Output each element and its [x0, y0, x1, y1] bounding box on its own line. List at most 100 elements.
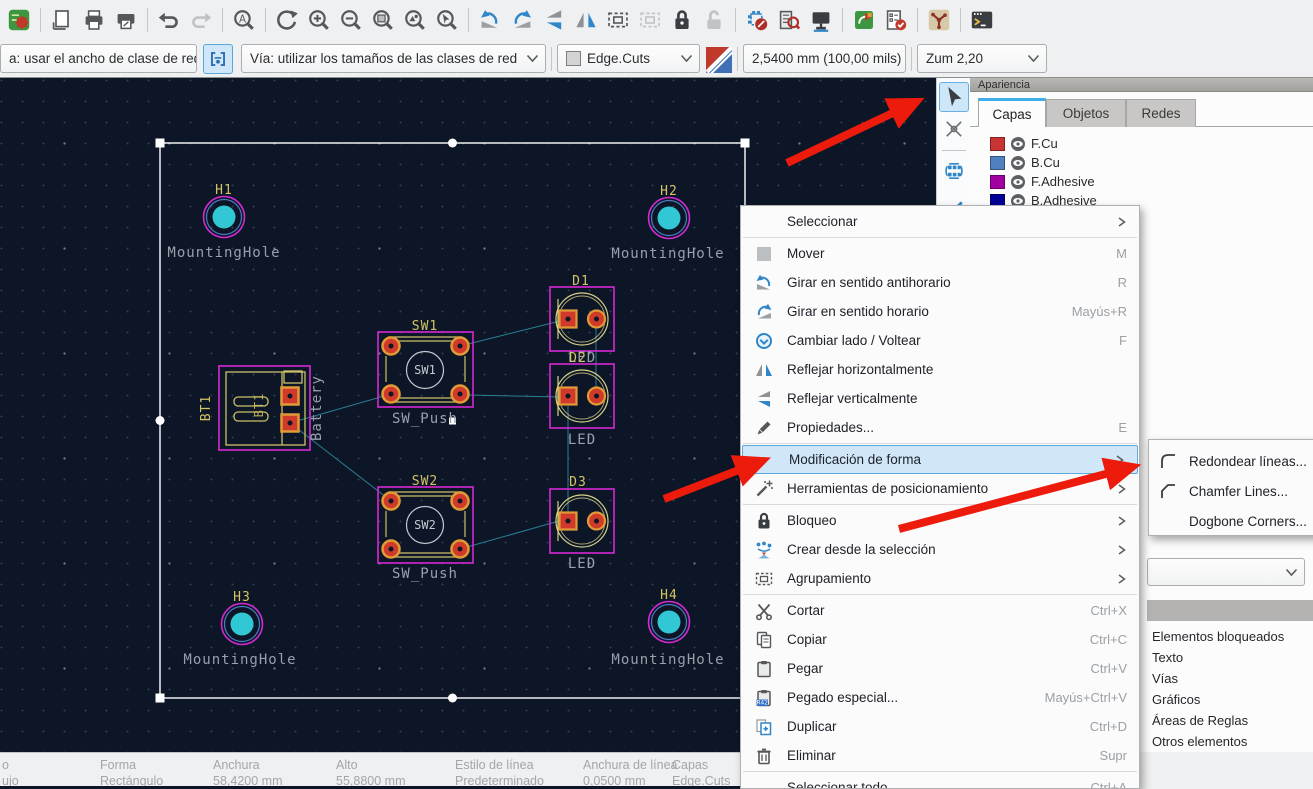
- layer-row-f-cu[interactable]: F.Cu: [990, 134, 1058, 153]
- menu-item-pegado-especial[interactable]: R42Pegado especial...Mayús+Ctrl+V: [741, 683, 1139, 712]
- layer-row-b-cu[interactable]: B.Cu: [990, 153, 1060, 172]
- eye-icon[interactable]: [1010, 174, 1026, 190]
- zoom-out-button[interactable]: [336, 5, 366, 35]
- menu-item-propiedades[interactable]: Propiedades...E: [741, 413, 1139, 442]
- tab-capas[interactable]: Capas: [978, 98, 1046, 127]
- submenu-item-redondear-líneas[interactable]: Redondear líneas...: [1149, 446, 1313, 476]
- mirror-vertical-icon: [542, 8, 566, 32]
- tab-objetos[interactable]: Objetos: [1046, 99, 1126, 127]
- page-settings-button[interactable]: [47, 5, 77, 35]
- menu-item-herramientas-de-posicionamiento[interactable]: Herramientas de posicionamiento: [741, 474, 1139, 503]
- menu-item-seleccionar[interactable]: Seleccionar: [741, 207, 1139, 236]
- plot-button[interactable]: [111, 5, 141, 35]
- menu-item-pegar[interactable]: PegarCtrl+V: [741, 654, 1139, 683]
- mirror-vertical-button[interactable]: [539, 5, 569, 35]
- footprint-sw1[interactable]: SW1 SW1 SW_Push: [378, 319, 473, 427]
- filter-item[interactable]: Elementos bloqueados: [1152, 626, 1312, 647]
- footprint-h1[interactable]: H1 MountingHole: [167, 183, 280, 261]
- menu-item-cambiar-lado-voltear[interactable]: Cambiar lado / VoltearF: [741, 326, 1139, 355]
- menu-item-reflejar-verticalmente[interactable]: Reflejar verticalmente: [741, 384, 1139, 413]
- menu-item-duplicar[interactable]: DuplicarCtrl+D: [741, 712, 1139, 741]
- menu-item-agrupamiento[interactable]: Agrupamiento: [741, 564, 1139, 593]
- menu-item-reflejar-horizontalmente[interactable]: Reflejar horizontalmente: [741, 355, 1139, 384]
- menu-item-mover[interactable]: MoverM: [741, 239, 1139, 268]
- lock-button[interactable]: [667, 5, 697, 35]
- filter-item[interactable]: Texto: [1152, 647, 1312, 668]
- eye-icon[interactable]: [1010, 155, 1026, 171]
- layer-color-swatch[interactable]: [990, 137, 1005, 151]
- footprint-editor-button[interactable]: [742, 5, 772, 35]
- layer-color-swatch[interactable]: [990, 156, 1005, 170]
- menu-item-seleccionar-todo[interactable]: Seleccionar todoCtrl+A: [741, 773, 1139, 789]
- update-pcb-button[interactable]: [849, 5, 879, 35]
- track-width-combo[interactable]: a: usar el ancho de clase de red: [0, 44, 197, 73]
- footprint-bt1[interactable]: BT1 BT1 Battery: [199, 366, 325, 450]
- filter-item[interactable]: Gráficos: [1152, 689, 1312, 710]
- mirror-horizontal-button[interactable]: [571, 5, 601, 35]
- toolbar-separator: [735, 8, 736, 32]
- menu-item-bloqueo[interactable]: Bloqueo: [741, 506, 1139, 535]
- footprint-d2[interactable]: D2 LED: [550, 351, 614, 448]
- layer-row-f-adhesive[interactable]: F.Adhesive: [990, 172, 1095, 191]
- net-inspector-button[interactable]: [924, 5, 954, 35]
- layer-color-swatch[interactable]: [990, 175, 1005, 189]
- viewer-3d-button[interactable]: [806, 5, 836, 35]
- via-size-combo[interactable]: Vía: utilizar los tamaños de las clases …: [241, 44, 546, 73]
- svg-text:LED: LED: [568, 556, 596, 572]
- refresh-button[interactable]: [272, 5, 302, 35]
- footprint-browser-button[interactable]: [774, 5, 804, 35]
- group-icon: [754, 569, 774, 589]
- zoom-fit-objects-button[interactable]: [400, 5, 430, 35]
- menu-item-girar-en-sentido-horario[interactable]: Girar en sentido horarioMayús+R: [741, 297, 1139, 326]
- ungroup-button[interactable]: [635, 5, 665, 35]
- preset-combo[interactable]: [1147, 558, 1305, 586]
- scripting-console-icon: [970, 8, 994, 32]
- menu-item-girar-en-sentido-antihorario[interactable]: Girar en sentido antihorarioR: [741, 268, 1139, 297]
- pcb-setup-button[interactable]: [4, 5, 34, 35]
- ratsnest-tool-button[interactable]: [939, 114, 969, 144]
- footprint-h4[interactable]: H4 MountingHole: [611, 588, 724, 668]
- rotate-ccw-button[interactable]: [475, 5, 505, 35]
- footprint-h3[interactable]: H3 MountingHole: [183, 590, 296, 668]
- footprint-d3[interactable]: D3 LED: [550, 475, 614, 572]
- menu-item-copiar[interactable]: CopiarCtrl+C: [741, 625, 1139, 654]
- zoom-in-button[interactable]: [304, 5, 334, 35]
- filter-item[interactable]: Otros elementos: [1152, 731, 1312, 752]
- zoom-fit-page-button[interactable]: [368, 5, 398, 35]
- footprint-h2[interactable]: H2 MountingHole: [611, 184, 724, 262]
- menu-item-modificación-de-forma[interactable]: Modificación de forma: [742, 445, 1138, 474]
- menu-item-crear-desde-la-selección[interactable]: Crear desde la selección: [741, 535, 1139, 564]
- select-tool-button[interactable]: [939, 82, 969, 112]
- drc-button[interactable]: [881, 5, 911, 35]
- footprint-sw2[interactable]: SW2 SW2 SW_Push: [378, 474, 473, 582]
- menu-label: Girar en sentido horario: [779, 304, 929, 319]
- submenu-item-chamfer-lines[interactable]: Chamfer Lines...: [1149, 476, 1313, 506]
- group-button[interactable]: [603, 5, 633, 35]
- status-col: FormaRectángulo: [100, 753, 163, 788]
- zoom-auto-button[interactable]: A: [229, 5, 259, 35]
- filter-item[interactable]: Vías: [1152, 668, 1312, 689]
- net-inspector-icon: [927, 8, 951, 32]
- active-layer-combo[interactable]: Edge.Cuts: [557, 44, 700, 73]
- footprint-tool-button[interactable]: [939, 156, 969, 186]
- submenu-item-dogbone-corners[interactable]: Dogbone Corners...: [1149, 506, 1313, 536]
- redo-button[interactable]: [186, 5, 216, 35]
- svg-text:R42: R42: [756, 700, 768, 706]
- chevron-down-icon: [1019, 51, 1040, 66]
- eye-icon[interactable]: [1010, 136, 1026, 152]
- rotate-cw-button[interactable]: [507, 5, 537, 35]
- zoom-selection-button[interactable]: [432, 5, 462, 35]
- auto-track-width-toggle[interactable]: [203, 44, 233, 74]
- unlock-button[interactable]: [699, 5, 729, 35]
- menu-item-eliminar[interactable]: EliminarSupr: [741, 741, 1139, 770]
- undo-button[interactable]: [154, 5, 184, 35]
- layer-pair-indicator[interactable]: [706, 47, 732, 78]
- grid-combo[interactable]: 2,5400 mm (100,00 mils): [743, 44, 906, 73]
- scripting-console-button[interactable]: [967, 5, 997, 35]
- zoom-combo[interactable]: Zum 2,20: [917, 44, 1047, 73]
- menu-separator: [743, 237, 1137, 238]
- print-button[interactable]: [79, 5, 109, 35]
- menu-item-cortar[interactable]: CortarCtrl+X: [741, 596, 1139, 625]
- tab-redes[interactable]: Redes: [1126, 99, 1196, 127]
- filter-item[interactable]: Áreas de Reglas: [1152, 710, 1312, 731]
